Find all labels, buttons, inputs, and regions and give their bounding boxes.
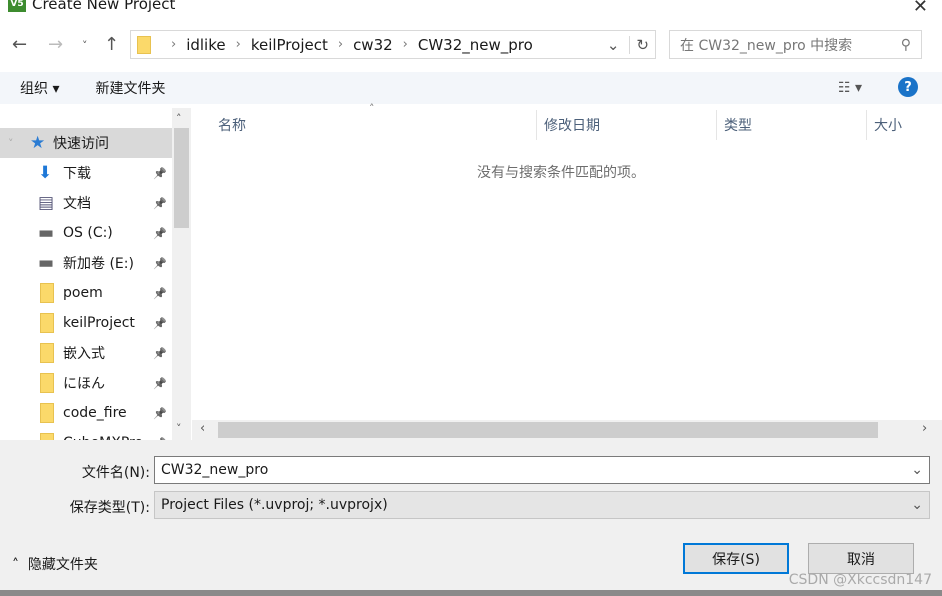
folder-icon — [40, 403, 54, 423]
column-name[interactable]: 名称 — [192, 110, 537, 140]
nav-item-label: 文档 — [63, 196, 91, 212]
pin-icon[interactable]: 📌 — [153, 227, 167, 240]
filename-input[interactable]: CW32_new_pro ⌄ — [154, 456, 930, 484]
breadcrumb-idlike[interactable]: idlike — [186, 36, 225, 54]
pin-icon[interactable]: 📌 — [153, 257, 167, 270]
nav-item[interactable]: CubeMXPro📌 — [0, 428, 190, 440]
chevron-up-icon: ˄ — [12, 557, 19, 573]
save-button[interactable]: 保存(S) — [683, 543, 789, 574]
folder-icon — [137, 35, 151, 54]
nav-item[interactable]: ▤ 文档 📌 — [0, 188, 190, 218]
pin-icon[interactable]: 📌 — [153, 167, 167, 180]
star-icon: ★ — [30, 133, 46, 153]
nav-item[interactable]: code_fire 📌 — [0, 398, 190, 428]
search-placeholder: 在 CW32_new_pro 中搜索 — [680, 37, 853, 54]
horizontal-scroll-thumb[interactable] — [218, 422, 878, 438]
nav-item-label: 嵌入式 — [63, 346, 105, 362]
filename-label: 文件名(N): — [81, 465, 150, 481]
up-button[interactable]: ↑ — [104, 34, 119, 55]
chevron-down-icon[interactable]: ⌄ — [911, 462, 923, 478]
cancel-button[interactable]: 取消 — [808, 543, 914, 574]
chevron-down-icon[interactable]: ˅ — [8, 137, 14, 150]
scroll-left-icon[interactable]: ‹ — [200, 421, 205, 436]
forward-button[interactable]: → — [48, 34, 63, 55]
chevron-down-icon[interactable]: ⌄ — [607, 36, 620, 54]
document-icon: ▤ — [38, 193, 55, 213]
address-bar[interactable]: › idlike › keilProject › cw32 › CW32_new… — [130, 30, 656, 59]
nav-item[interactable]: poem 📌 — [0, 278, 190, 308]
column-size[interactable]: 大小 — [867, 110, 942, 140]
nav-item[interactable]: ˅ ★ 快速访问 — [0, 128, 172, 158]
nav-item[interactable]: ▬ 新加卷 (E:) 📌 — [0, 248, 190, 278]
search-input[interactable]: 在 CW32_new_pro 中搜索 ⚲ — [669, 30, 922, 59]
view-options-icon[interactable]: ☷ ▾ — [838, 80, 862, 96]
title-bar: V5 Create New Project — [0, 0, 175, 14]
nav-item-label: poem — [63, 285, 103, 301]
download-icon: ⬇ — [38, 163, 53, 183]
nav-item-label: 快速访问 — [53, 136, 109, 152]
pin-icon[interactable]: 📌 — [153, 317, 167, 330]
refresh-icon[interactable]: ↻ — [629, 35, 655, 54]
nav-item-label: OS (C:) — [63, 225, 113, 241]
hide-folders-toggle[interactable]: ˄ 隐藏文件夹 — [12, 554, 98, 574]
chevron-down-icon[interactable]: ⌄ — [911, 497, 923, 513]
app-logo-icon: V5 — [8, 0, 26, 12]
nav-item-label: code_fire — [63, 405, 127, 421]
filetype-value: Project Files (*.uvproj; *.uvprojx) — [161, 497, 388, 513]
folder-icon — [40, 373, 54, 393]
nav-item[interactable]: ▬ OS (C:) 📌 — [0, 218, 190, 248]
watermark: CSDN @Xkccsdn147 — [788, 572, 932, 588]
folder-icon — [40, 343, 54, 363]
close-button[interactable]: ✕ — [913, 0, 928, 17]
scroll-down-icon[interactable]: ˅ — [176, 422, 182, 435]
toolbar: 组织 ▾ 新建文件夹 ☷ ▾ — [0, 72, 942, 104]
organize-button[interactable]: 组织 ▾ — [20, 78, 59, 98]
chevron-right-icon: › — [337, 37, 344, 52]
nav-item[interactable]: 嵌入式 📌 — [0, 338, 190, 368]
nav-item-label: keilProject — [63, 315, 135, 331]
nav-item-label: 新加卷 (E:) — [63, 256, 134, 272]
pin-icon[interactable]: 📌 — [153, 407, 167, 420]
nav-item[interactable]: keilProject 📌 — [0, 308, 190, 338]
search-icon: ⚲ — [900, 36, 911, 53]
nav-item-label: にほん — [63, 376, 105, 392]
breadcrumb-cw32[interactable]: cw32 — [353, 36, 393, 54]
pin-icon[interactable]: 📌 — [153, 347, 167, 360]
nav-scroll-thumb[interactable] — [174, 128, 189, 228]
nav-item[interactable]: にほん 📌 — [0, 368, 190, 398]
window-title: Create New Project — [32, 0, 176, 13]
folder-icon — [40, 283, 54, 303]
scroll-right-icon[interactable]: › — [922, 421, 927, 436]
chevron-right-icon: › — [235, 37, 241, 52]
organize-label: 组织 — [20, 81, 48, 97]
help-icon[interactable]: ? — [898, 77, 918, 97]
navigation-pane: ˅ ★ 快速访问 ⬇ 下载 📌 ▤ 文档 📌 ▬ OS (C:) 📌 ▬ 新加卷 (E:) 📌 poem 📌 ke… — [0, 108, 190, 440]
nav-item[interactable]: ⬇ 下载 📌 — [0, 158, 190, 188]
window-border — [0, 590, 942, 596]
pin-icon[interactable]: 📌 — [153, 197, 167, 210]
hide-folders-label: 隐藏文件夹 — [27, 557, 98, 573]
breadcrumb-keilproject[interactable]: keilProject — [251, 36, 328, 54]
chevron-right-icon: › — [171, 37, 177, 52]
back-button[interactable]: ← — [12, 34, 27, 55]
recent-dropdown[interactable]: ˅ — [82, 39, 88, 52]
empty-message: 没有与搜索条件匹配的项。 — [477, 165, 645, 181]
filetype-label: 保存类型(T): — [69, 500, 150, 516]
filename-value: CW32_new_pro — [161, 462, 269, 478]
chevron-right-icon: › — [402, 37, 408, 52]
folder-icon — [40, 433, 54, 440]
drive-icon: ▬ — [38, 223, 55, 243]
column-date[interactable]: 修改日期 — [537, 110, 717, 140]
breadcrumb-cw32-new-pro[interactable]: CW32_new_pro — [418, 36, 533, 54]
new-folder-button[interactable]: 新建文件夹 — [95, 78, 165, 98]
folder-icon — [40, 313, 54, 333]
drive-icon: ▬ — [38, 253, 55, 273]
filetype-select[interactable]: Project Files (*.uvproj; *.uvprojx) ⌄ — [154, 491, 930, 519]
scroll-up-icon[interactable]: ˄ — [176, 112, 182, 125]
column-type[interactable]: 类型 — [717, 110, 867, 140]
nav-item-label: 下载 — [63, 166, 91, 182]
pin-icon[interactable]: 📌 — [153, 377, 167, 390]
pin-icon[interactable]: 📌 — [153, 287, 167, 300]
